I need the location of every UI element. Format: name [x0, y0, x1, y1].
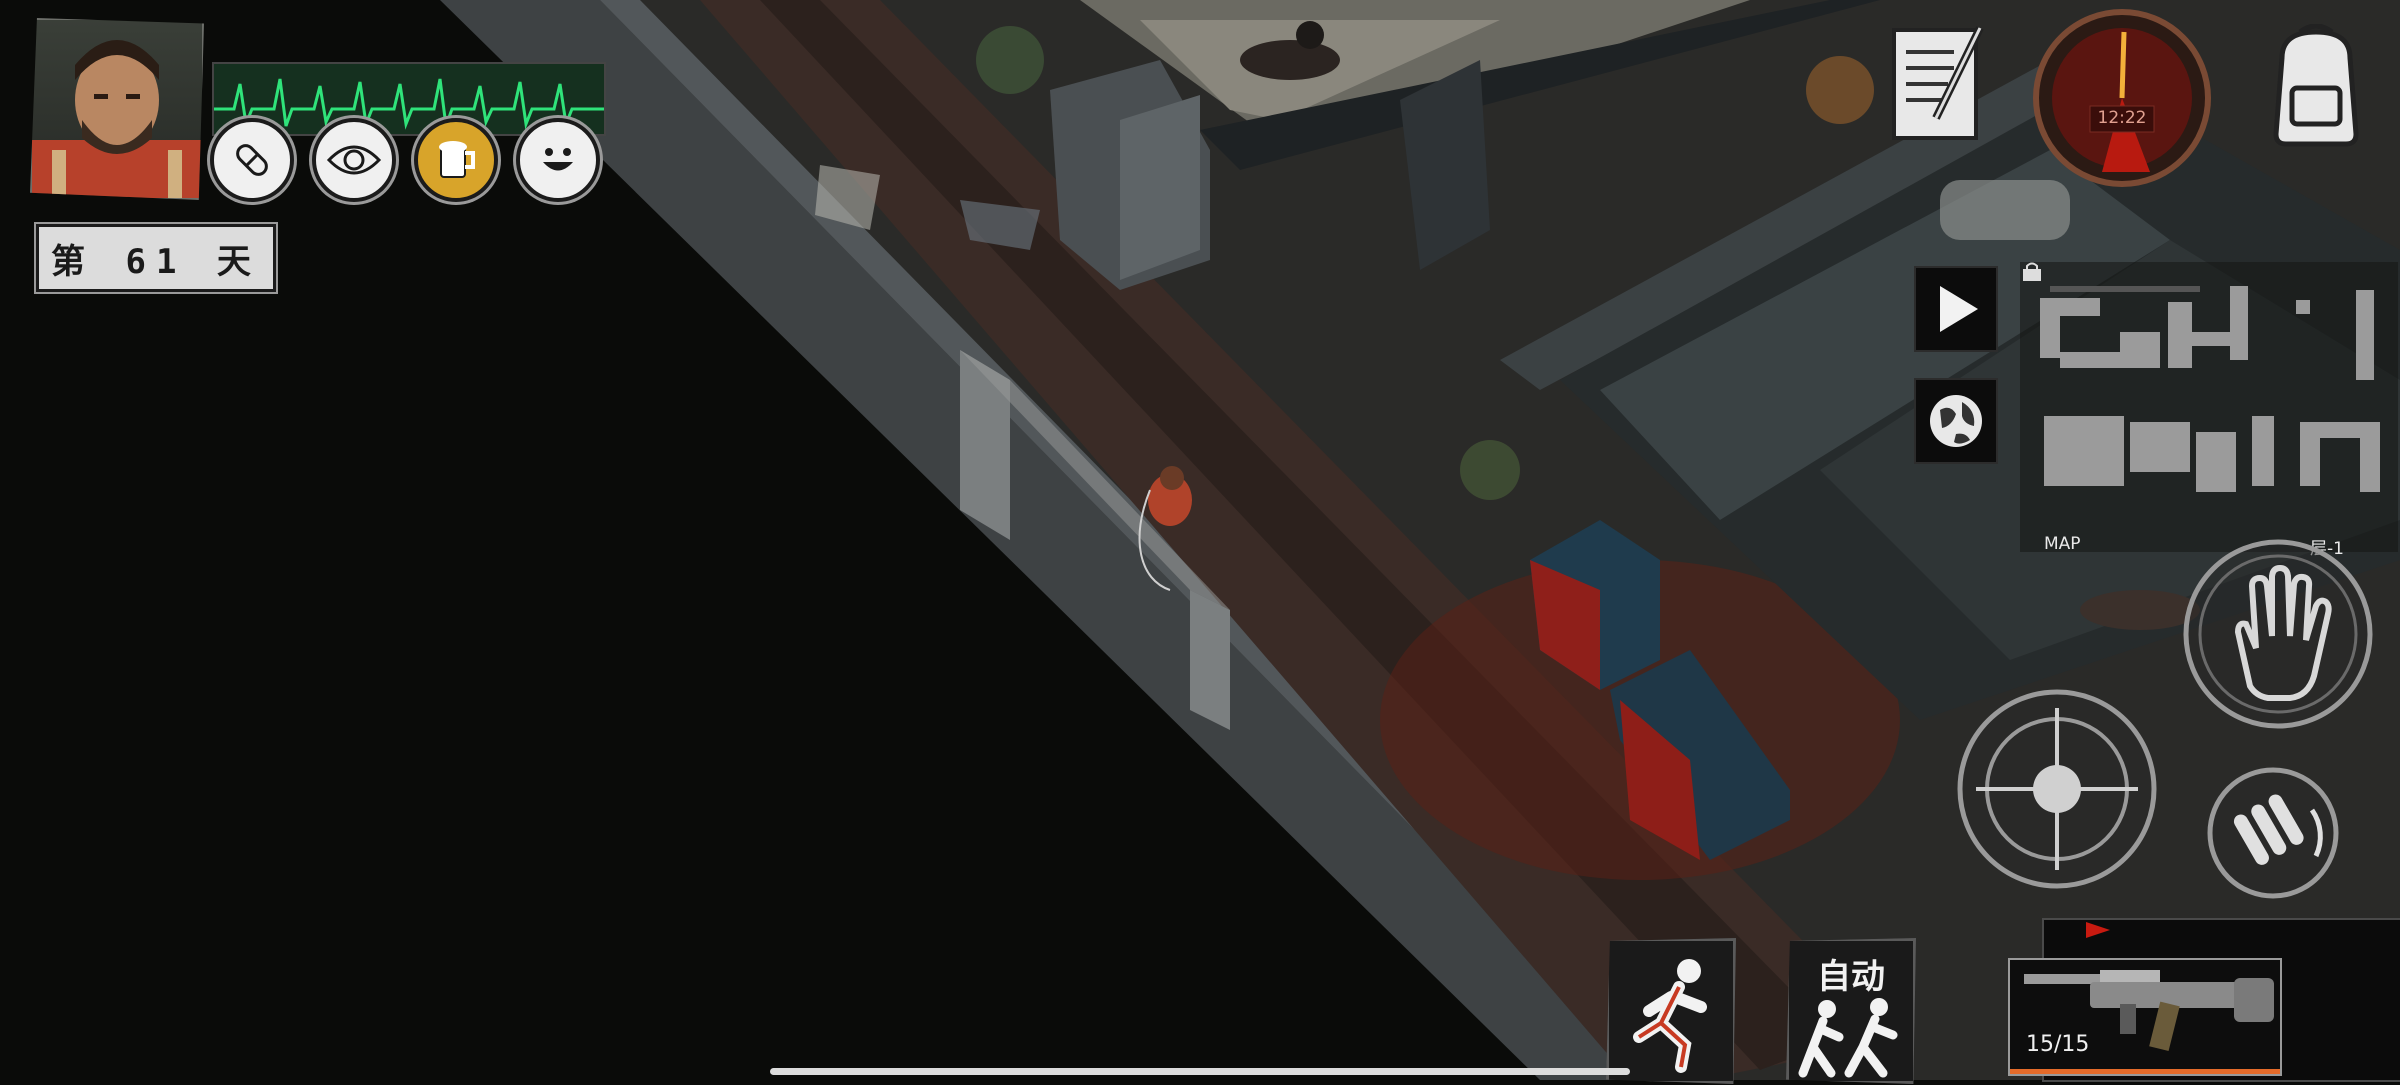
- globe-button[interactable]: [1914, 378, 1998, 464]
- running-man-icon: [1633, 959, 1707, 1073]
- run-button[interactable]: [1606, 938, 1736, 1084]
- survivor-face-icon: [32, 40, 202, 198]
- bathtub: [1940, 180, 2070, 240]
- journal-icon: [1892, 26, 1984, 140]
- home-indicator[interactable]: [770, 1068, 1630, 1075]
- ammo-count: 15/15: [2026, 1032, 2090, 1057]
- pill-icon[interactable]: [210, 118, 294, 202]
- aim-button[interactable]: [1954, 686, 2160, 892]
- minimap[interactable]: MAP 层-1: [2020, 262, 2398, 559]
- plant: [976, 26, 1044, 94]
- hand-icon: [2183, 539, 2373, 729]
- clock-compass[interactable]: 12:22: [2032, 8, 2212, 188]
- backpack-icon: [2273, 23, 2359, 147]
- minimap-lock-icon: [2020, 262, 2044, 282]
- plant-3: [1806, 56, 1874, 124]
- beer-mug-icon[interactable]: [414, 118, 498, 202]
- globe-icon: [1930, 395, 1982, 447]
- journal-button[interactable]: [1888, 22, 1988, 146]
- auto-label: 自动: [1817, 957, 1885, 997]
- smiley-face-icon[interactable]: [516, 118, 600, 202]
- clock-time: 12:22: [2097, 108, 2147, 128]
- reload-button[interactable]: [2204, 764, 2342, 902]
- sneaking-figures-icon: [1798, 998, 1898, 1078]
- character-portrait[interactable]: [30, 18, 204, 200]
- flag-icon: [2080, 920, 2116, 950]
- day-counter: 第 61 天: [34, 222, 278, 294]
- eye-icon[interactable]: [312, 118, 396, 202]
- play-icon: [1940, 286, 1978, 332]
- minimap-label: MAP: [2044, 534, 2081, 554]
- crosshair-icon: [1957, 689, 2157, 889]
- ammo-bar-fill: [2010, 1069, 2280, 1074]
- weapon-slot[interactable]: 15/15: [2008, 958, 2282, 1076]
- auto-move-button[interactable]: 自动: [1786, 938, 1916, 1084]
- interact-button[interactable]: [2180, 536, 2376, 732]
- play-button[interactable]: [1914, 266, 1998, 352]
- backpack-button[interactable]: [2262, 23, 2370, 148]
- ammo-bar-track: [2010, 1069, 2280, 1074]
- ammo-reload-icon: [2207, 767, 2339, 899]
- plant-2: [1460, 440, 1520, 500]
- day-label: 第 61 天: [51, 241, 261, 282]
